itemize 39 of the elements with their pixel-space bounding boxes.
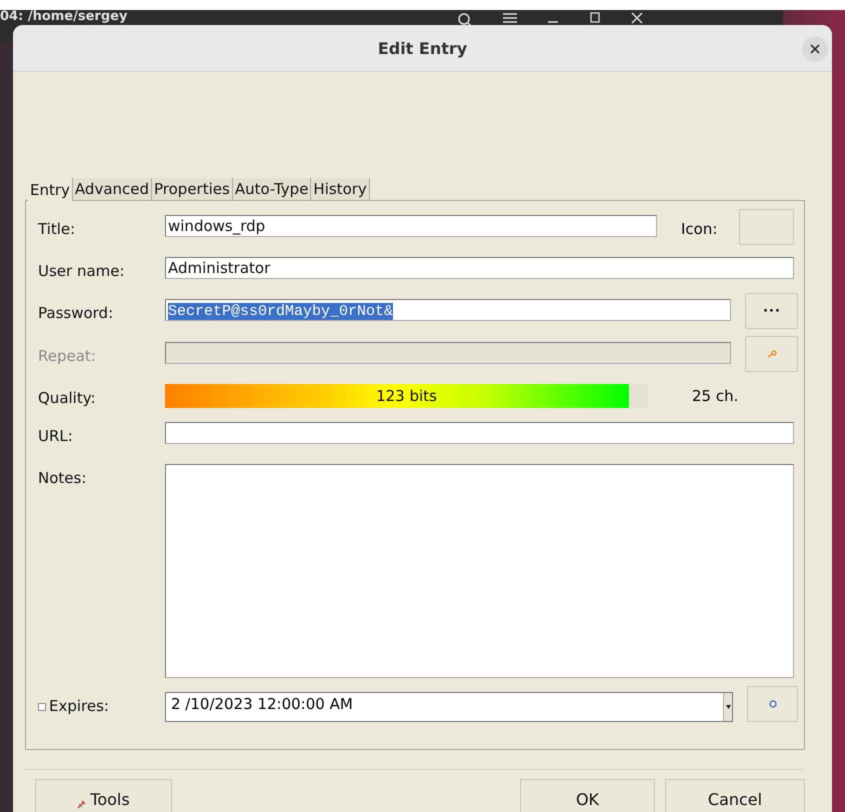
text-field[interactable]: Administrator	[165, 257, 794, 279]
generate-button[interactable]: •••	[745, 293, 798, 329]
search-icon[interactable]	[457, 12, 473, 28]
password-field[interactable]: SecretP@ss0rdMayby_0rNot&	[165, 299, 731, 321]
tab[interactable]: Advanced	[72, 178, 152, 200]
field-label: Expires:	[49, 697, 109, 715]
repeat-field[interactable]	[165, 342, 731, 364]
notes-field[interactable]	[165, 464, 794, 678]
quality-reading: 123 bits	[375, 387, 438, 405]
length-count: 25 ch.	[692, 386, 738, 405]
expires-checkbox[interactable]	[38, 703, 46, 711]
close-button[interactable]	[802, 36, 828, 62]
tools-button[interactable]: Tools	[35, 779, 172, 812]
field-label: Quality:	[38, 388, 97, 407]
dialog-title: Edit Entry	[378, 38, 468, 58]
tab[interactable]: History	[311, 178, 370, 200]
close-icon[interactable]	[631, 12, 643, 24]
field-label: User name:	[38, 261, 126, 280]
key-icon	[766, 350, 776, 358]
field-label: URL:	[38, 426, 74, 445]
ok-button[interactable]: OK	[520, 779, 655, 812]
terminal-title: 04: /home/sergey	[0, 10, 128, 24]
wrench-icon	[77, 799, 88, 809]
tab[interactable]: Properties	[152, 178, 233, 200]
field-label: Password:	[38, 303, 114, 322]
field-label: Icon:	[681, 219, 718, 238]
field-label: Title:	[38, 219, 76, 238]
cancel-button[interactable]: Cancel	[665, 779, 805, 812]
dropdown-icon	[726, 704, 730, 710]
close-icon	[810, 44, 820, 54]
field-label: Notes:	[38, 468, 88, 487]
maximize-icon[interactable]	[589, 12, 601, 24]
menu-icon[interactable]	[503, 12, 517, 24]
expiry-date-field[interactable]: 2 /10/2023 12:00:00 AM	[165, 692, 733, 722]
tab[interactable]: Auto-Type	[232, 178, 312, 200]
text-field[interactable]	[165, 422, 794, 444]
title-field[interactable]: windows_rdp	[165, 215, 657, 237]
tab[interactable]: Entry	[28, 178, 73, 201]
field-label: Repeat:	[38, 346, 97, 365]
